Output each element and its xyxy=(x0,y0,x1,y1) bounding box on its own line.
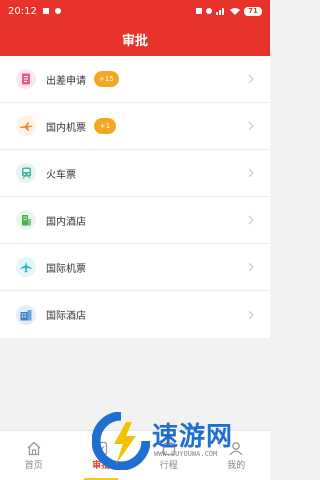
chevron-right-icon xyxy=(248,310,254,319)
chevron-right-icon xyxy=(248,262,254,272)
list-item-label: 出差申请 xyxy=(46,75,86,87)
list-item-international-hotel[interactable]: 国际酒店 xyxy=(0,291,270,338)
alarm-icon xyxy=(206,8,212,14)
approval-icon xyxy=(95,441,108,455)
chevron-right-icon xyxy=(248,215,254,225)
list-item-domestic-hotel[interactable]: 国内酒店 xyxy=(0,197,270,244)
document-icon xyxy=(16,69,36,89)
notification-dot-icon xyxy=(54,8,61,14)
home-icon xyxy=(27,441,41,455)
approval-list: 出差申请 +15 国内机票 +1 火车票 国内酒店 国际机票 国际酒店 xyxy=(0,56,270,338)
header: 审批 xyxy=(0,22,270,56)
battery-icon: 71 xyxy=(244,6,262,16)
tab-itinerary[interactable]: 行程 xyxy=(135,431,203,480)
hotel-icon xyxy=(16,304,36,325)
list-item-label: 国内酒店 xyxy=(46,216,86,228)
list-item-train-ticket[interactable]: 火车票 xyxy=(0,150,270,197)
page-title: 审批 xyxy=(121,33,148,49)
tab-label: 行程 xyxy=(159,460,178,471)
list-item-domestic-flight[interactable]: 国内机票 +1 xyxy=(0,103,270,150)
tab-label: 审批 xyxy=(92,460,111,471)
train-icon xyxy=(16,163,36,183)
nfc-icon xyxy=(196,8,202,14)
chevron-right-icon xyxy=(248,168,254,178)
notification-icon xyxy=(42,8,49,14)
status-left: 20:12 xyxy=(8,6,61,17)
list-item-international-flight[interactable]: 国际机票 xyxy=(0,244,270,291)
list-item-label: 国际机票 xyxy=(46,263,86,275)
airplane-icon xyxy=(16,257,36,277)
airplane-icon xyxy=(16,116,36,136)
list-item-travel-request[interactable]: 出差申请 +15 xyxy=(0,56,270,103)
count-badge: +15 xyxy=(94,71,119,87)
tab-label: 首页 xyxy=(24,460,43,471)
tab-profile[interactable]: 我的 xyxy=(203,431,271,480)
wifi-icon xyxy=(230,8,240,15)
status-bar: 20:12 71 xyxy=(0,0,270,22)
itinerary-icon xyxy=(162,441,175,455)
chevron-right-icon xyxy=(248,121,254,131)
status-time: 20:12 xyxy=(8,5,37,17)
tab-approval[interactable]: 审批 xyxy=(68,431,136,480)
list-item-label: 火车票 xyxy=(46,169,76,181)
bottom-tab-bar: 首页 审批 行程 我的 xyxy=(0,430,270,480)
chevron-right-icon xyxy=(248,74,254,84)
list-item-label: 国内机票 xyxy=(46,122,86,134)
count-badge: +1 xyxy=(94,118,116,134)
user-icon xyxy=(229,441,243,455)
building-icon xyxy=(16,210,36,230)
tab-label: 我的 xyxy=(227,460,246,471)
status-right: 71 xyxy=(196,6,262,16)
tab-home[interactable]: 首页 xyxy=(0,431,68,480)
list-item-label: 国际酒店 xyxy=(46,311,86,322)
signal-icon xyxy=(216,8,224,15)
